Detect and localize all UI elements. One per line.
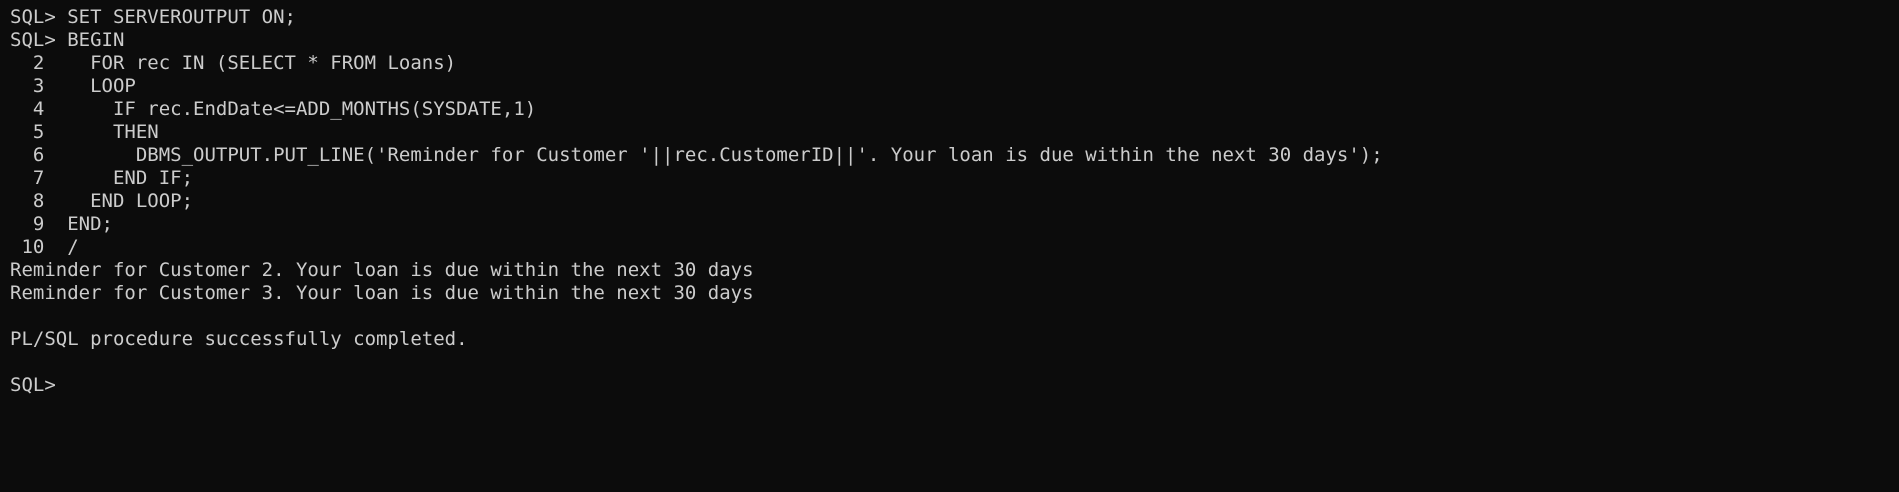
code-line: 2 FOR rec IN (SELECT * FROM Loans) (10, 52, 457, 74)
code-line: 8 END LOOP; (10, 190, 194, 212)
code-line: 3 LOOP (10, 75, 136, 97)
code-line: 9 END; (10, 213, 113, 235)
code-line: 10 / (10, 236, 79, 258)
command-line: SQL> SET SERVEROUTPUT ON; (10, 6, 296, 28)
code-line: 5 THEN (10, 121, 159, 143)
code-line: 7 END IF; (10, 167, 194, 189)
terminal-window[interactable]: SQL> SET SERVEROUTPUT ON; SQL> BEGIN 2 F… (0, 0, 1899, 492)
code-line: 6 DBMS_OUTPUT.PUT_LINE('Reminder for Cus… (10, 144, 1383, 166)
code-line: 4 IF rec.EndDate<=ADD_MONTHS(SYSDATE,1) (10, 98, 537, 120)
status-message: PL/SQL procedure successfully completed. (10, 328, 468, 350)
command-line: SQL> BEGIN (10, 29, 125, 51)
prompt-line[interactable]: SQL> (10, 374, 1899, 397)
output-line: Reminder for Customer 3. Your loan is du… (10, 282, 754, 304)
output-line: Reminder for Customer 2. Your loan is du… (10, 259, 754, 281)
